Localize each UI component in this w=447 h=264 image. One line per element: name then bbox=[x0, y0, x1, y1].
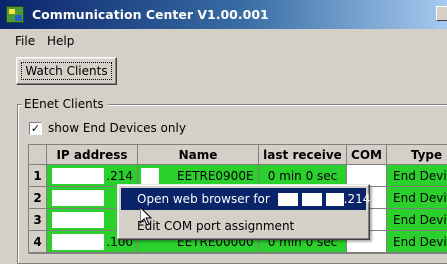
window-title: Communication Center V1.00.001 bbox=[32, 7, 269, 22]
row-number[interactable]: 2 bbox=[29, 187, 47, 209]
title-bar: Communication Center V1.00.001 bbox=[0, 0, 447, 29]
menu-help[interactable]: Help bbox=[47, 34, 74, 48]
header-name[interactable]: Name bbox=[138, 145, 259, 165]
redacted-ip bbox=[52, 212, 104, 228]
menu-open-web-browser[interactable]: Open web browser for .214 bbox=[121, 188, 370, 210]
app-icon bbox=[6, 6, 24, 23]
redacted-ip-part bbox=[277, 193, 298, 206]
redacted-ip bbox=[52, 234, 104, 250]
header-ip-address[interactable]: IP address bbox=[47, 145, 138, 165]
context-menu: Open web browser for .214 Edit COM port … bbox=[117, 184, 370, 240]
redacted-name-prefix bbox=[141, 168, 159, 184]
close-icon[interactable] bbox=[436, 6, 447, 21]
open-browser-ip-suffix: .214 bbox=[343, 192, 371, 206]
group-label: EEnet Clients bbox=[22, 97, 108, 111]
open-browser-label: Open web browser for bbox=[137, 192, 270, 206]
cell-type[interactable]: End Device bbox=[387, 165, 447, 187]
focus-rect bbox=[21, 62, 112, 80]
watch-clients-button[interactable]: Watch Clients bbox=[16, 57, 117, 85]
header-com[interactable]: COM bbox=[347, 145, 387, 165]
row-number[interactable]: 3 bbox=[29, 209, 47, 231]
header-last-receive[interactable]: last receive bbox=[259, 145, 347, 165]
redacted-ip bbox=[52, 168, 104, 184]
redacted-ip-part bbox=[301, 193, 322, 206]
show-end-devices-checkbox[interactable]: ✓ bbox=[29, 122, 42, 135]
redacted-ip-part bbox=[325, 193, 344, 206]
menu-edit-com-port[interactable]: Edit COM port assignment bbox=[121, 215, 366, 237]
cell-type[interactable]: End Device bbox=[387, 187, 447, 209]
row-number[interactable]: 4 bbox=[29, 231, 47, 253]
header-type[interactable]: Type bbox=[387, 145, 447, 165]
show-end-devices-label[interactable]: show End Devices only bbox=[48, 121, 186, 135]
redacted-ip bbox=[52, 190, 104, 206]
corner-header bbox=[29, 145, 47, 165]
menu-file[interactable]: File bbox=[15, 34, 35, 48]
row-number[interactable]: 1 bbox=[29, 165, 47, 187]
cell-type[interactable]: End Device bbox=[387, 209, 447, 231]
cell-type[interactable]: End Device bbox=[387, 231, 447, 253]
